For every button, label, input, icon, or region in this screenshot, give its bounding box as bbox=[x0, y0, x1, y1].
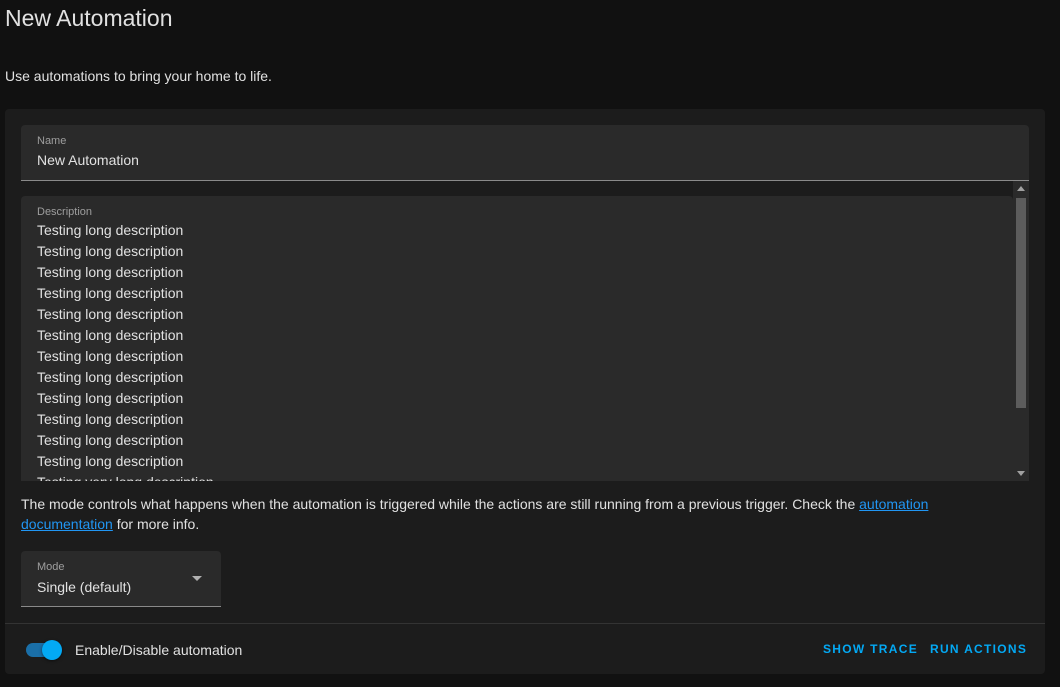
mode-help-after: for more info. bbox=[112, 516, 200, 532]
toggle-knob bbox=[42, 640, 62, 660]
description-line: Testing long description bbox=[37, 453, 184, 469]
scroll-thumb[interactable] bbox=[1016, 198, 1026, 408]
page-title: New Automation bbox=[5, 5, 173, 31]
mode-select[interactable]: Mode Single (default) bbox=[21, 551, 221, 607]
description-line: Testing long description bbox=[37, 243, 184, 259]
description-field[interactable]: Description Testing long description Test… bbox=[21, 196, 1013, 481]
mode-help-before: The mode controls what happens when the … bbox=[21, 496, 860, 512]
description-wrapper: Description Testing long description Test… bbox=[21, 181, 1029, 481]
description-line: Testing long description bbox=[37, 348, 184, 364]
mode-label: Mode bbox=[37, 561, 65, 573]
scroll-down-icon[interactable] bbox=[1017, 471, 1025, 476]
description-label: Description bbox=[37, 206, 93, 218]
name-label: Name bbox=[37, 135, 67, 147]
description-line: Testing long description bbox=[37, 306, 184, 322]
name-value: New Automation bbox=[37, 152, 139, 168]
description-scrollbar[interactable] bbox=[1013, 181, 1029, 481]
mode-help-text: The mode controls what happens when the … bbox=[21, 494, 1021, 534]
description-line: Testing long description bbox=[37, 264, 184, 280]
name-field[interactable]: Name New Automation bbox=[21, 125, 1029, 181]
description-line: Testing long description bbox=[37, 369, 184, 385]
chevron-down-icon bbox=[192, 576, 202, 581]
scroll-up-icon[interactable] bbox=[1017, 186, 1025, 191]
description-line: Testing long description bbox=[37, 222, 184, 238]
enable-automation-toggle[interactable] bbox=[26, 640, 62, 660]
intro-text: Use automations to bring your home to li… bbox=[5, 68, 272, 84]
toggle-label: Enable/Disable automation bbox=[75, 642, 243, 658]
description-line: Testing very long description bbox=[37, 472, 997, 481]
description-line: Testing long description bbox=[37, 327, 184, 343]
mode-value: Single (default) bbox=[37, 579, 132, 595]
description-line: Testing long description bbox=[37, 411, 184, 427]
show-trace-button[interactable]: SHOW TRACE bbox=[823, 640, 918, 658]
footer-divider bbox=[5, 623, 1045, 624]
run-actions-button[interactable]: RUN ACTIONS bbox=[930, 640, 1027, 658]
description-text: Testing long description Testing long des… bbox=[37, 220, 997, 481]
description-line: Testing long description bbox=[37, 285, 184, 301]
automation-card: Name New Automation Description Testing … bbox=[5, 109, 1045, 674]
description-line: Testing long description bbox=[37, 432, 184, 448]
description-line: Testing long description bbox=[37, 390, 184, 406]
